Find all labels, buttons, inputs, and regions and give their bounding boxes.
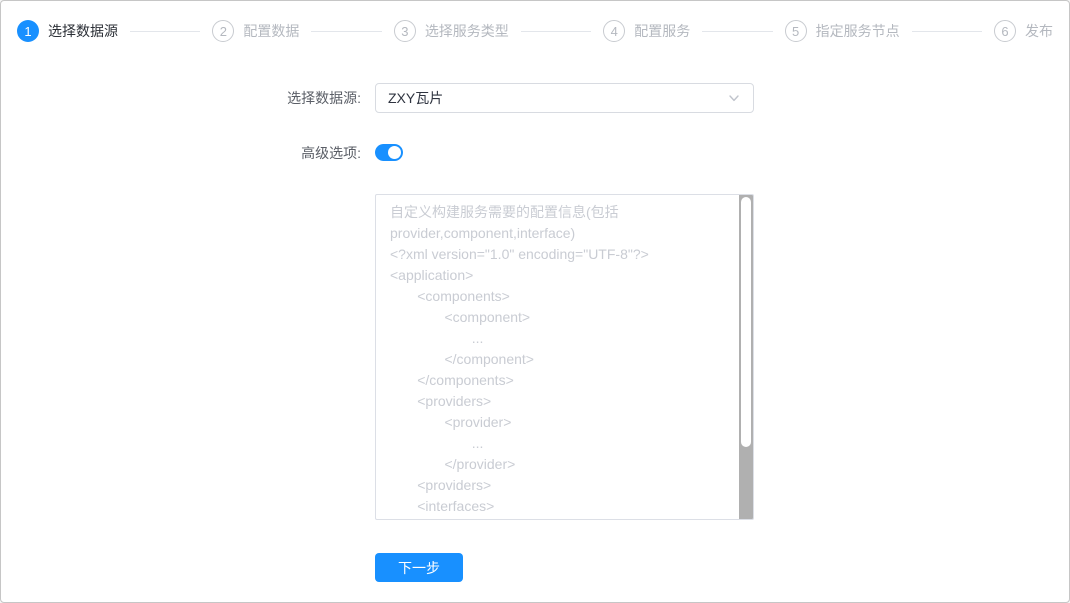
toggle-knob — [388, 146, 401, 159]
scrollbar-track[interactable] — [739, 195, 753, 519]
advanced-options-toggle[interactable] — [375, 144, 403, 161]
step-5-circle: 5 — [784, 20, 807, 42]
step-connector — [130, 30, 201, 32]
scrollbar-thumb[interactable] — [741, 197, 751, 447]
advanced-options-label: 高级选项: — [301, 145, 361, 161]
datasource-select[interactable]: ZXY瓦片 — [375, 83, 754, 113]
service-publish-wizard: 1 选择数据源 2 配置数据 3 选择服务类型 4 配置服务 5 指定服务节点 … — [0, 0, 1070, 603]
step-1-select-datasource: 1 选择数据源 — [17, 20, 118, 42]
step-2-label: 配置数据 — [243, 23, 300, 39]
datasource-row: 选择数据源: ZXY瓦片 — [1, 83, 1069, 113]
advanced-options-row: 高级选项: — [1, 144, 1069, 162]
step-2-configure-data: 2 配置数据 — [212, 20, 299, 42]
datasource-label: 选择数据源: — [287, 90, 361, 106]
step-3-circle: 3 — [393, 20, 416, 42]
config-textarea[interactable]: 自定义构建服务需要的配置信息(包括 provider,component,int… — [375, 194, 754, 520]
step-4-configure-service: 4 配置服务 — [603, 20, 690, 42]
datasource-selected-value: ZXY瓦片 — [388, 90, 444, 106]
step-6-label: 发布 — [1025, 23, 1054, 39]
config-placeholder-text: 自定义构建服务需要的配置信息(包括 provider,component,int… — [390, 204, 649, 514]
step-6-publish: 6 发布 — [994, 20, 1053, 42]
step-1-circle: 1 — [17, 20, 39, 42]
datasource-form: 选择数据源: ZXY瓦片 高级选项: 自定义构建服务需要的配置信息(包括 pro… — [1, 83, 1069, 582]
step-6-circle: 6 — [994, 20, 1017, 42]
step-connector — [520, 30, 592, 32]
step-4-label: 配置服务 — [634, 23, 691, 39]
steps-bar: 1 选择数据源 2 配置数据 3 选择服务类型 4 配置服务 5 指定服务节点 … — [1, 1, 1069, 42]
step-connector — [311, 30, 382, 32]
step-connector — [702, 30, 773, 32]
step-5-specify-service-node: 5 指定服务节点 — [784, 20, 900, 42]
next-step-button[interactable]: 下一步 — [375, 553, 463, 582]
step-connector — [911, 30, 983, 32]
step-3-select-service-type: 3 选择服务类型 — [393, 20, 509, 42]
step-1-label: 选择数据源 — [48, 23, 118, 39]
step-3-label: 选择服务类型 — [424, 23, 509, 39]
actions-row: 下一步 — [1, 553, 1069, 582]
chevron-down-icon — [727, 91, 741, 105]
step-2-circle: 2 — [212, 20, 235, 42]
step-5-label: 指定服务节点 — [815, 23, 900, 39]
config-row: 自定义构建服务需要的配置信息(包括 provider,component,int… — [1, 194, 1069, 520]
step-4-circle: 4 — [603, 20, 626, 42]
